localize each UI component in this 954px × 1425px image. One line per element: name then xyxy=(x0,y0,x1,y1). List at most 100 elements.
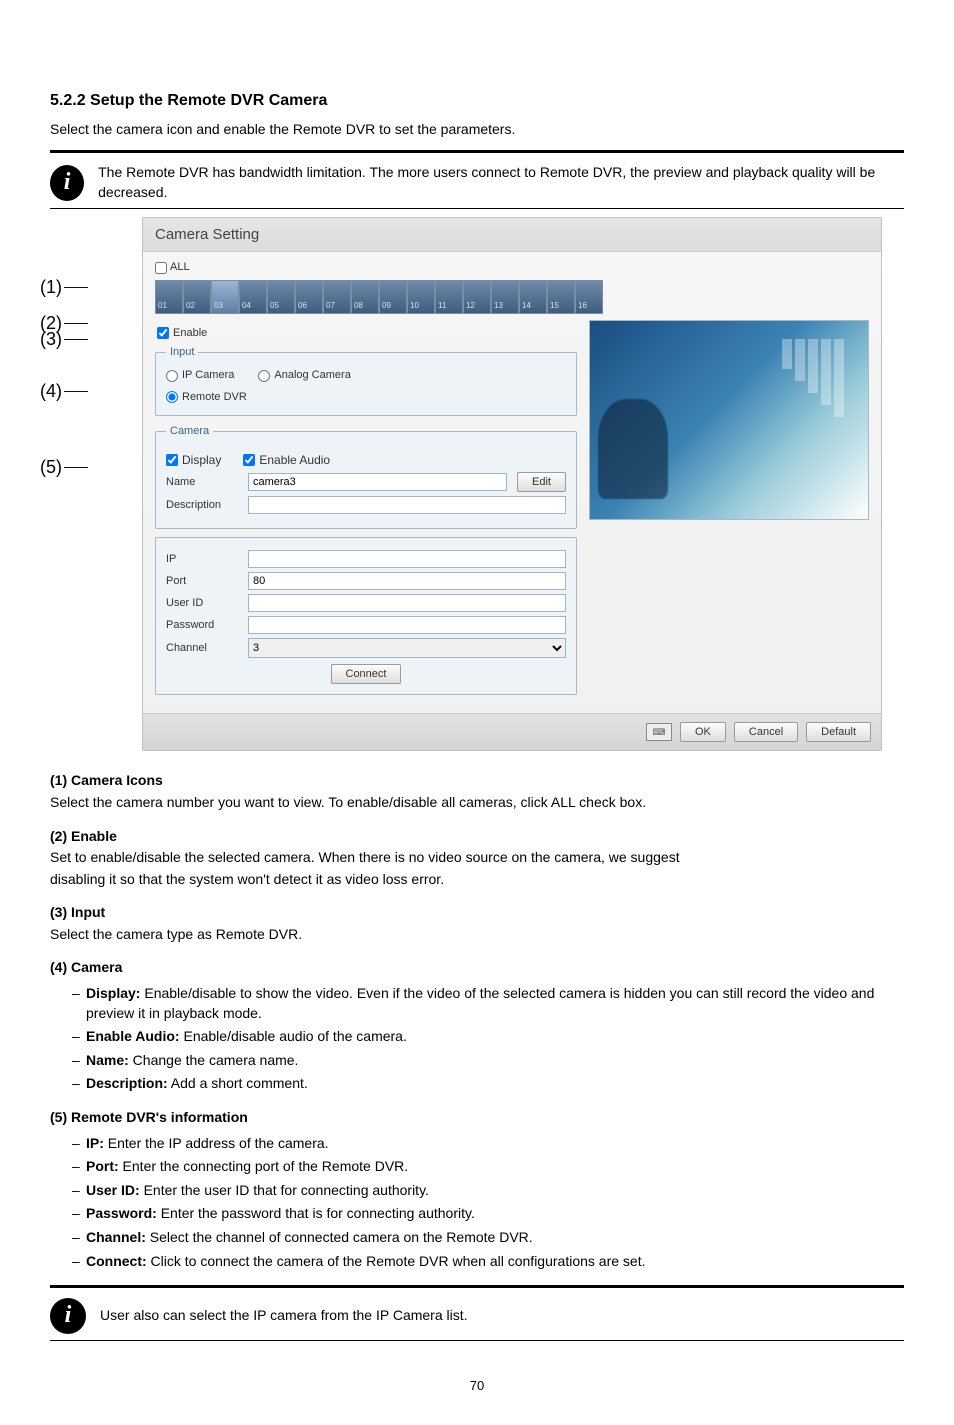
def5-port-text: Enter the connecting port of the Remote … xyxy=(119,1158,409,1174)
input-group: Input IP Camera Analog Camera Remote DVR xyxy=(155,345,577,416)
channel-select[interactable]: 3 xyxy=(248,638,566,658)
def4-display-text: Enable/disable to show the video. Even i… xyxy=(86,985,874,1021)
info-icon-2: i xyxy=(50,1298,86,1334)
edit-button[interactable]: Edit xyxy=(517,472,566,492)
input-legend: Input xyxy=(166,345,198,360)
name-field-label: Name xyxy=(166,475,238,490)
callout-4: (4) xyxy=(40,379,62,404)
all-cameras-label: ALL xyxy=(170,260,190,275)
camera-group: Camera Display Enable Audio Name Edit xyxy=(155,424,577,529)
def5-ch-label: Channel: xyxy=(86,1229,146,1245)
camera-icon-16[interactable]: 16 xyxy=(575,280,603,314)
remote-dvr-label: Remote DVR xyxy=(182,390,247,405)
def5-connect-text: Click to connect the camera of the Remot… xyxy=(147,1253,646,1269)
def4-enableaudio-text: Enable/disable audio of the camera. xyxy=(180,1028,407,1044)
info-icon: i xyxy=(50,165,84,201)
enable-audio-label: Enable Audio xyxy=(259,452,330,469)
camera-legend: Camera xyxy=(166,424,213,439)
def2-head: (2) Enable xyxy=(50,827,904,847)
def5-user-label: User ID: xyxy=(86,1182,140,1198)
def3-body: Select the camera type as Remote DVR. xyxy=(50,925,904,945)
camera-icon-01[interactable]: 01 xyxy=(155,280,183,314)
cancel-button[interactable]: Cancel xyxy=(734,722,798,742)
camera-icon-07[interactable]: 07 xyxy=(323,280,351,314)
port-field[interactable] xyxy=(248,572,566,590)
ip-camera-radio[interactable] xyxy=(166,370,178,382)
keyboard-icon[interactable]: ⌨ xyxy=(646,723,672,741)
ip-field-label: IP xyxy=(166,552,238,567)
section-heading: 5.2.2 Setup the Remote DVR Camera xyxy=(50,90,904,112)
note-text-2: User also can select the IP camera from … xyxy=(100,1306,468,1326)
def4-enableaudio-label: Enable Audio: xyxy=(86,1028,180,1044)
description-field-label: Description xyxy=(166,498,238,513)
rule-thin-2 xyxy=(50,1340,904,1341)
def5-ch-text: Select the channel of connected camera o… xyxy=(146,1229,533,1245)
def5-pw-label: Password: xyxy=(86,1205,157,1221)
note-text-1: The Remote DVR has bandwidth limitation.… xyxy=(98,163,904,202)
callout-1: (1) xyxy=(40,275,62,300)
camera-icon-12[interactable]: 12 xyxy=(463,280,491,314)
rule-thin-1 xyxy=(50,208,904,209)
dialog-title: Camera Setting xyxy=(143,218,881,252)
enable-camera-checkbox[interactable] xyxy=(157,327,169,339)
page-number: 70 xyxy=(50,1377,904,1395)
camera-icon-14[interactable]: 14 xyxy=(519,280,547,314)
camera-icon-09[interactable]: 09 xyxy=(379,280,407,314)
camera-icon-06[interactable]: 06 xyxy=(295,280,323,314)
camera-icon-08[interactable]: 08 xyxy=(351,280,379,314)
remote-dvr-radio[interactable] xyxy=(166,391,178,403)
def4-name-text: Change the camera name. xyxy=(129,1052,299,1068)
ip-camera-label: IP Camera xyxy=(182,368,234,383)
name-field[interactable] xyxy=(248,473,507,491)
intro-text: Select the camera icon and enable the Re… xyxy=(50,120,904,140)
callout-3: (3) xyxy=(40,327,62,352)
def5-connect-label: Connect: xyxy=(86,1253,147,1269)
enable-camera-label: Enable xyxy=(173,326,207,341)
display-label: Display xyxy=(182,452,221,469)
camera-setting-dialog: Camera Setting ALL 010203040506070809101… xyxy=(142,217,882,751)
analog-camera-radio[interactable] xyxy=(258,370,270,382)
def4-display-label: Display: xyxy=(86,985,140,1001)
camera-icon-05[interactable]: 05 xyxy=(267,280,295,314)
camera-preview xyxy=(589,320,869,520)
camera-icon-11[interactable]: 11 xyxy=(435,280,463,314)
ok-button[interactable]: OK xyxy=(680,722,726,742)
connection-group: IP Port User ID xyxy=(155,537,577,695)
camera-icons-strip: 01020304050607080910111213141516 xyxy=(155,280,869,314)
def2-body-prefix: Set to enable/disable the selected camer… xyxy=(50,848,904,868)
def5-ip-label: IP: xyxy=(86,1135,104,1151)
connect-button[interactable]: Connect xyxy=(331,664,402,684)
user-field[interactable] xyxy=(248,594,566,612)
camera-icon-03[interactable]: 03 xyxy=(211,280,239,314)
channel-field-label: Channel xyxy=(166,641,238,656)
def1-head: (1) Camera Icons xyxy=(50,771,904,791)
def5-head: (5) Remote DVR's information xyxy=(50,1108,904,1128)
def5-user-text: Enter the user ID that for connecting au… xyxy=(140,1182,429,1198)
description-field[interactable] xyxy=(248,496,566,514)
def1-body: Select the camera number you want to vie… xyxy=(50,793,904,813)
def4-desc-text: Add a short comment. xyxy=(168,1075,308,1091)
camera-icon-13[interactable]: 13 xyxy=(491,280,519,314)
user-field-label: User ID xyxy=(166,596,238,611)
all-cameras-checkbox[interactable] xyxy=(155,262,167,274)
camera-icon-02[interactable]: 02 xyxy=(183,280,211,314)
enable-audio-checkbox[interactable] xyxy=(243,454,255,466)
analog-camera-label: Analog Camera xyxy=(274,368,350,383)
default-button[interactable]: Default xyxy=(806,722,871,742)
port-field-label: Port xyxy=(166,574,238,589)
camera-icon-15[interactable]: 15 xyxy=(547,280,575,314)
def4-desc-label: Description: xyxy=(86,1075,168,1091)
camera-icon-10[interactable]: 10 xyxy=(407,280,435,314)
camera-icon-04[interactable]: 04 xyxy=(239,280,267,314)
def4-name-label: Name: xyxy=(86,1052,129,1068)
callout-5: (5) xyxy=(40,455,62,480)
password-field-label: Password xyxy=(166,618,238,633)
display-checkbox[interactable] xyxy=(166,454,178,466)
def5-port-label: Port: xyxy=(86,1158,119,1174)
ip-field[interactable] xyxy=(248,550,566,568)
def2-body-suffix: disabling it so that the system won't de… xyxy=(50,870,904,890)
def5-pw-text: Enter the password that is for connectin… xyxy=(157,1205,475,1221)
def3-head: (3) Input xyxy=(50,903,904,923)
def4-head: (4) Camera xyxy=(50,958,904,978)
password-field[interactable] xyxy=(248,616,566,634)
